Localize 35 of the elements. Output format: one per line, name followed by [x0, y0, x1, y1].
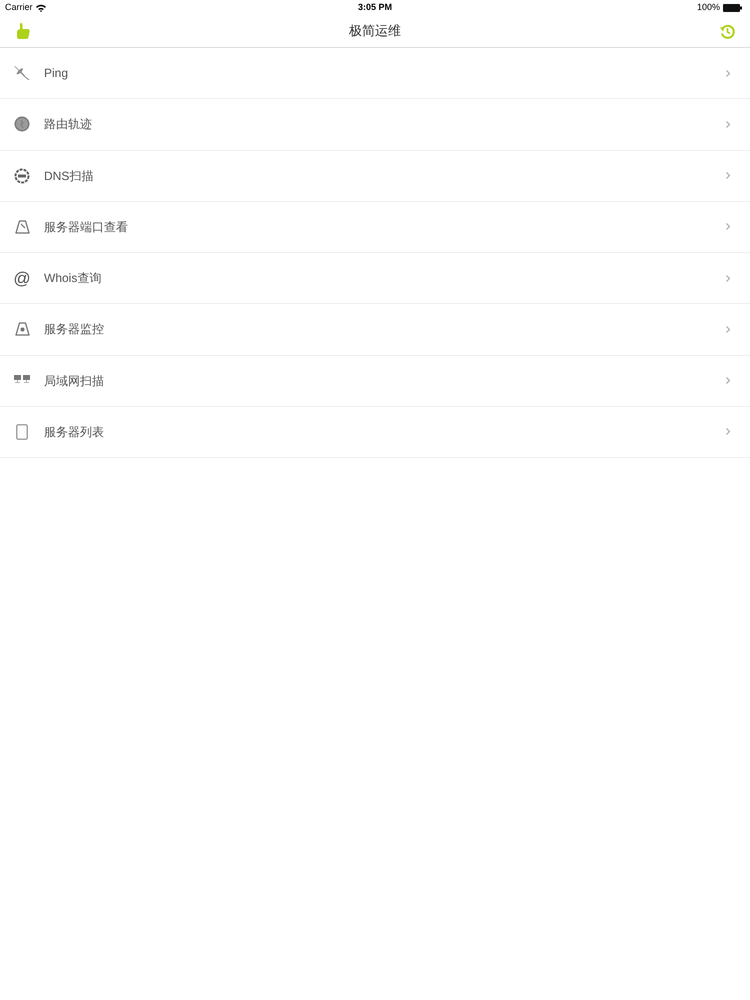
carrier-name: Carrier: [5, 0, 33, 14]
chevron-icon: [726, 120, 730, 128]
chevron-icon: [726, 274, 730, 282]
battery-percentage: 100%: [696, 0, 720, 14]
chevron-icon: [726, 377, 730, 384]
menu-label: 服务器列表: [44, 424, 104, 441]
at-sign-icon: @: [13, 270, 31, 287]
dome-icon: [14, 322, 30, 336]
thumbs-up-button[interactable]: [15, 22, 31, 40]
menu-label: Whois查询: [44, 270, 102, 288]
menu-label: 局域网扫描: [44, 372, 104, 390]
disc-icon: [14, 116, 30, 132]
menu-label: 路由轨迹: [44, 116, 92, 134]
thumbs-up-icon: [16, 23, 30, 39]
chevron-icon: [726, 428, 730, 436]
chevron-icon: [726, 223, 730, 230]
menu-row[interactable]: 局域网扫描: [0, 356, 750, 407]
nav-title: 极简运维: [349, 22, 401, 40]
menu-label: 服务器端口查看: [44, 218, 128, 236]
ring-icon: [14, 168, 30, 184]
chevron-icon: [726, 70, 730, 77]
menu-label: Ping: [44, 65, 68, 82]
menu-label: 服务器监控: [44, 321, 104, 338]
chevron-icon: [726, 326, 730, 333]
tablet-icon: [16, 424, 28, 440]
history-button[interactable]: [719, 23, 735, 39]
chevron-icon: [726, 172, 730, 180]
pushpin-icon: [14, 66, 30, 80]
weight-icon: [14, 220, 30, 234]
history-icon: [720, 24, 734, 38]
status-time: 3:05 PM: [358, 0, 392, 14]
menu-label: DNS扫描: [44, 168, 94, 185]
wifi-icon: [36, 4, 46, 12]
battery-icon: [723, 4, 742, 12]
menu-row[interactable]: DNS扫描: [0, 150, 750, 202]
